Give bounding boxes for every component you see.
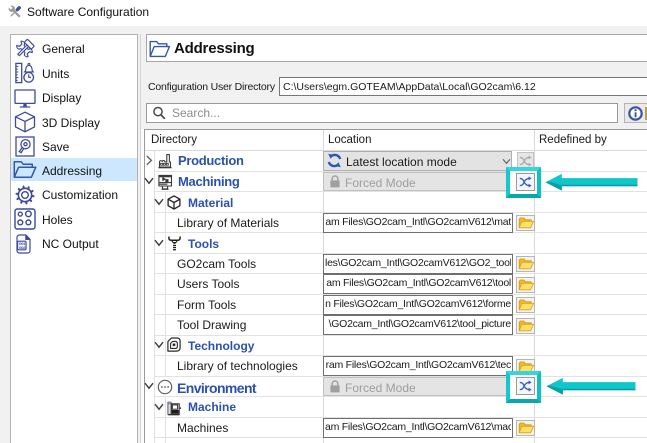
- svg-text:G02: G02: [19, 245, 27, 250]
